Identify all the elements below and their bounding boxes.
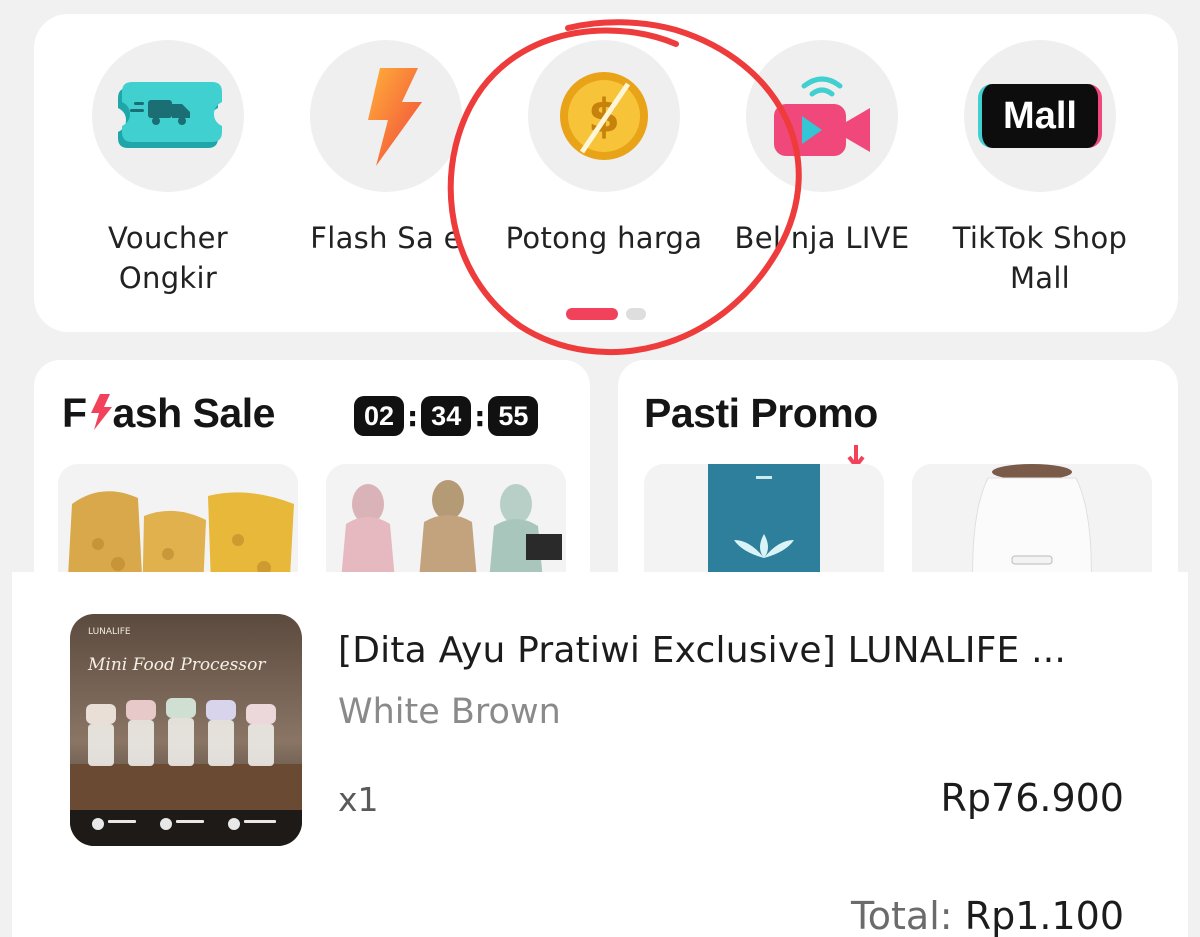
category-potong-harga[interactable]: $ Potong harga [494,40,714,258]
product-title[interactable]: [Dita Ayu Pratiwi Exclusive] LUNALIFE ..… [338,630,1066,671]
product-image-brand: LUNALIFE [88,627,131,637]
product-price: Rp76.900 [940,776,1125,820]
product-image[interactable]: LUNALIFE Mini Food Processor [70,614,302,846]
lightning-icon [90,394,112,430]
order-total: Total: Rp1.100 [851,894,1124,937]
order-total-value: Rp1.100 [964,894,1124,937]
flash-sale-card[interactable]: Fash Sale 02 : 34 : 55 [34,360,590,600]
timer-hours: 02 [354,396,404,436]
category-label: Potong harga [505,221,703,255]
timer-minutes: 34 [421,396,472,436]
category-tiktok-shop-mall[interactable]: Mall TikTok Shop Mall [930,40,1150,298]
category-label: Voucher Ongkir [108,221,228,295]
pasti-promo-card[interactable]: Pasti Prom o [618,360,1178,600]
category-belanja-live[interactable]: Bel nja LIVE [712,40,932,258]
flash-sale-title: Fash Sale [62,390,275,436]
category-voucher-ongkir[interactable]: Voucher Ongkir [58,40,278,298]
mall-badge-text: Mall [1003,94,1077,137]
lightning-icon [310,40,462,192]
order-total-label: Total: [851,894,953,937]
dollar-coin-icon: $ [528,40,680,192]
mall-badge-icon: Mall [964,40,1116,192]
product-quantity: x1 [338,780,379,819]
countdown-timer: 02 : 34 : 55 [354,396,539,436]
page-dot-active [566,308,618,320]
shortcut-categories-card: Voucher Ongkir Flash Sa e $ [34,14,1178,332]
voucher-shipping-icon [92,40,244,192]
timer-seconds: 55 [488,396,539,436]
category-label: Flash Sa e [310,221,462,255]
product-image-caption: Mini Food Processor [87,655,266,675]
category-label: Bel nja LIVE [734,221,910,255]
order-item-card: LUNALIFE Mini Food Processor [Dita Ayu P… [12,572,1188,937]
product-variant: White Brown [338,692,561,732]
category-flash-sale[interactable]: Flash Sa e [276,40,496,258]
category-label: TikTok Shop Mall [952,221,1128,295]
pasti-promo-title: Pasti Prom o [644,390,878,469]
live-video-icon [746,40,898,192]
page-dot [626,308,646,320]
